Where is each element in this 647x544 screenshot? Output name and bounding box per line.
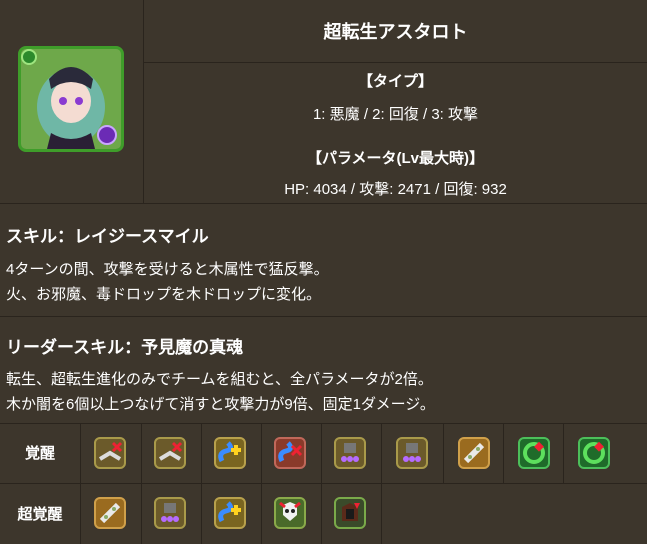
type-values: 1: 悪魔 / 2: 回復 / 3: 攻撃 bbox=[312, 106, 479, 123]
awakenings-label: 覚醒 bbox=[24, 445, 55, 462]
skill-line-2: 火、お邪魔、毒ドロップを木ドロップに変化。 bbox=[6, 286, 322, 303]
leader-skill-heading: リーダースキル：予見魔の真魂 bbox=[6, 338, 244, 357]
monster-name: 超転生アスタロト bbox=[323, 22, 468, 42]
divider bbox=[381, 423, 382, 544]
divider bbox=[141, 423, 142, 544]
poison-drop-enhance-icon[interactable] bbox=[396, 437, 428, 469]
skill-boost-plus-icon[interactable] bbox=[214, 437, 246, 469]
divider bbox=[563, 423, 564, 483]
type-heading: 【タイプ】 bbox=[357, 73, 433, 90]
leader-skill-line-1: 転生、超転生進化のみでチームを組むと、全パラメータが2倍。 bbox=[6, 371, 433, 388]
monster-portrait-art bbox=[21, 49, 121, 149]
divider bbox=[443, 423, 444, 483]
param-heading: 【パラメータ(Lv最大時)】 bbox=[306, 150, 485, 167]
skill-heading: スキル：レイジースマイル bbox=[6, 227, 209, 246]
monster-portrait[interactable] bbox=[18, 46, 124, 152]
bind-resist-plus-icon[interactable] bbox=[94, 497, 126, 529]
divider bbox=[0, 423, 647, 424]
heal-bind-resist-icon[interactable] bbox=[94, 437, 126, 469]
divider bbox=[80, 423, 81, 544]
info-panel: 超転生アスタロト 【タイプ】 1: 悪魔 / 2: 回復 / 3: 攻撃 【パラ… bbox=[144, 0, 647, 203]
divider bbox=[261, 423, 262, 544]
divider bbox=[0, 203, 647, 204]
poison-drop-enhance-icon[interactable] bbox=[154, 497, 186, 529]
wood-row-enhance-icon[interactable] bbox=[578, 437, 610, 469]
demon-killer-icon[interactable] bbox=[274, 497, 306, 529]
divider bbox=[503, 423, 504, 483]
divider bbox=[321, 423, 322, 544]
skill-line-1: 4ターンの間、攻撃を受けると木属性で猛反撃。 bbox=[6, 261, 329, 278]
heal-bind-resist-icon[interactable] bbox=[154, 437, 186, 469]
devil-killer-icon[interactable] bbox=[334, 497, 366, 529]
divider bbox=[0, 316, 647, 317]
poison-drop-enhance-icon[interactable] bbox=[334, 437, 366, 469]
divider bbox=[201, 423, 202, 544]
portrait-cell bbox=[0, 0, 143, 203]
bind-resist-plus-icon[interactable] bbox=[458, 437, 490, 469]
param-values: HP: 4034 / 攻撃: 2471 / 回復: 932 bbox=[284, 181, 507, 198]
divider bbox=[0, 483, 647, 484]
monster-info-card: 超転生アスタロト 【タイプ】 1: 悪魔 / 2: 回復 / 3: 攻撃 【パラ… bbox=[0, 0, 647, 544]
super-awakenings-label: 超覚醒 bbox=[17, 506, 63, 523]
leader-skill-line-2: 木か闇を6個以上つなげて消すと攻撃力が9倍、固定1ダメージ。 bbox=[6, 396, 435, 413]
skill-boost-minus-icon[interactable] bbox=[274, 437, 306, 469]
skill-boost-plus-icon[interactable] bbox=[214, 497, 246, 529]
wood-row-enhance-icon[interactable] bbox=[518, 437, 550, 469]
